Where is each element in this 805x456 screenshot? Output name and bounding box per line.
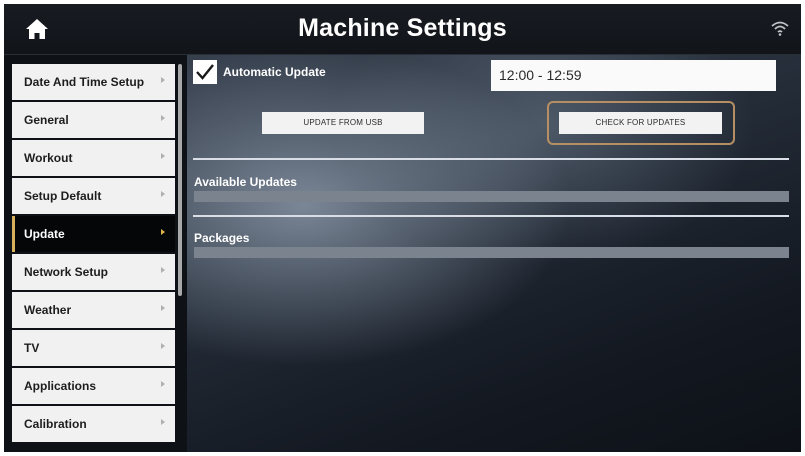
chevron-right-icon bbox=[161, 191, 165, 197]
sidebar-item-label: Update bbox=[24, 227, 65, 241]
chevron-right-icon bbox=[161, 77, 165, 83]
sidebar-item-label: Workout bbox=[24, 151, 73, 165]
section-divider bbox=[193, 158, 789, 160]
update-from-usb-button[interactable]: UPDATE FROM USB bbox=[262, 112, 424, 134]
sidebar-item-setup-default[interactable]: Setup Default bbox=[12, 178, 175, 214]
packages-label: Packages bbox=[194, 231, 250, 245]
chevron-right-icon bbox=[161, 305, 165, 311]
available-updates-list[interactable] bbox=[194, 191, 789, 202]
sidebar-item-workout[interactable]: Workout bbox=[12, 140, 175, 176]
settings-content: Date And Time Setup General Workout Setu… bbox=[4, 55, 801, 452]
sidebar-item-label: Setup Default bbox=[24, 189, 102, 203]
sidebar-item-update[interactable]: Update bbox=[12, 216, 175, 252]
header-bar: Machine Settings bbox=[4, 4, 801, 55]
sidebar-item-label: Date And Time Setup bbox=[24, 75, 145, 89]
chevron-right-icon bbox=[161, 153, 165, 159]
chevron-right-icon bbox=[161, 381, 165, 387]
chevron-right-icon bbox=[161, 419, 165, 425]
sidebar-item-label: TV bbox=[24, 341, 40, 355]
sidebar-item-general[interactable]: General bbox=[12, 102, 175, 138]
check-for-updates-button[interactable]: CHECK FOR UPDATES bbox=[559, 112, 722, 134]
wifi-icon bbox=[771, 19, 789, 37]
sidebar-item-date-and-time-setup[interactable]: Date And Time Setup bbox=[12, 64, 175, 100]
sidebar-item-label: Network Setup bbox=[24, 265, 109, 279]
chevron-right-icon bbox=[161, 343, 165, 349]
chevron-right-icon bbox=[161, 115, 165, 121]
sidebar-item-weather[interactable]: Weather bbox=[12, 292, 175, 328]
page-title: Machine Settings bbox=[298, 14, 507, 42]
sidebar-item-label: Weather bbox=[24, 303, 72, 317]
section-divider bbox=[193, 215, 789, 217]
automatic-update-checkbox[interactable] bbox=[193, 60, 217, 84]
sidebar-item-label: General bbox=[24, 113, 69, 127]
sidebar-item-network-setup[interactable]: Network Setup bbox=[12, 254, 175, 290]
sidebar-item-tv[interactable]: TV bbox=[12, 330, 175, 366]
sidebar-item-calibration[interactable]: Calibration bbox=[12, 406, 175, 442]
app-window: Machine Settings Date And Time Setup Gen… bbox=[4, 4, 801, 452]
automatic-update-label: Automatic Update bbox=[223, 65, 326, 79]
sidebar-scrollbar[interactable] bbox=[178, 64, 182, 296]
chevron-right-icon bbox=[161, 267, 165, 273]
packages-list[interactable] bbox=[194, 247, 789, 258]
settings-sidebar: Date And Time Setup General Workout Setu… bbox=[12, 64, 175, 444]
checkmark-icon bbox=[196, 64, 214, 80]
chevron-right-icon bbox=[161, 229, 165, 235]
update-time-window-field[interactable]: 12:00 - 12:59 bbox=[491, 60, 776, 91]
sidebar-item-label: Applications bbox=[24, 379, 97, 393]
sidebar-item-applications[interactable]: Applications bbox=[12, 368, 175, 404]
available-updates-label: Available Updates bbox=[194, 175, 297, 189]
sidebar-item-label: Calibration bbox=[24, 417, 87, 431]
